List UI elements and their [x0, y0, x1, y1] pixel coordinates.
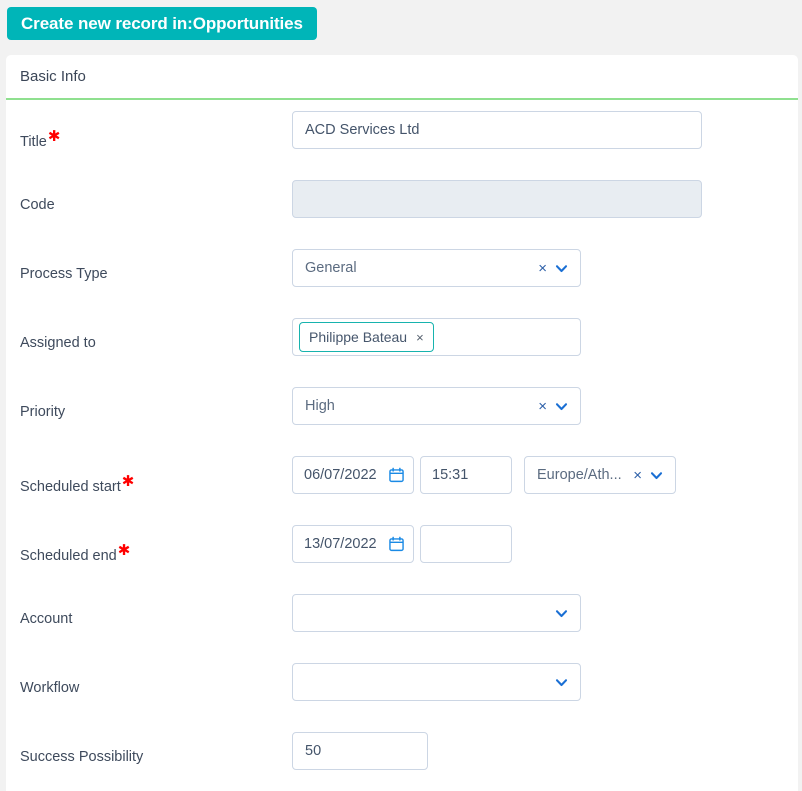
chip-remove-icon[interactable]: × [416, 331, 424, 344]
account-select[interactable] [292, 594, 581, 632]
scheduled-start-time-field[interactable]: 15:31 [420, 456, 512, 494]
clear-icon[interactable]: × [633, 468, 642, 483]
form-row-account: Account [6, 594, 798, 663]
controls-priority: High × [292, 387, 581, 425]
code-input [292, 180, 702, 218]
basic-info-panel: Basic Info Title✱ Code Process Type Gene… [6, 55, 798, 791]
process-type-select[interactable]: General × [292, 249, 581, 287]
scheduled-start-date-value: 06/07/2022 [304, 467, 377, 483]
controls-success-possibility [292, 732, 428, 770]
form-row-assigned-to: Assigned to Philippe Bateau × [6, 318, 798, 387]
label-priority: Priority [20, 404, 66, 420]
success-possibility-input[interactable] [292, 732, 428, 770]
priority-value: High [305, 398, 335, 414]
form-row-code: Code [6, 180, 798, 249]
controls-code [292, 180, 702, 218]
label-success-possibility: Success Possibility [20, 749, 144, 765]
form-row-workflow: Workflow [6, 663, 798, 732]
scheduled-end-date-field[interactable]: 13/07/2022 [292, 525, 414, 563]
scheduled-end-time-field[interactable] [420, 525, 512, 563]
basic-info-form: Title✱ Code Process Type General × [6, 100, 798, 791]
form-row-priority: Priority High × [6, 387, 798, 456]
label-account: Account [20, 611, 73, 627]
chevron-down-icon[interactable] [555, 607, 568, 620]
clear-icon[interactable]: × [538, 261, 547, 276]
controls-assigned-to: Philippe Bateau × [292, 318, 581, 356]
required-star-icon: ✱ [117, 542, 131, 559]
label-scheduled-end: Scheduled end✱ [20, 542, 130, 564]
assigned-to-multiselect[interactable]: Philippe Bateau × [292, 318, 581, 356]
assigned-to-chip[interactable]: Philippe Bateau × [299, 322, 434, 352]
form-row-scheduled-end: Scheduled end✱ 13/07/2022 [6, 525, 798, 594]
calendar-icon[interactable] [389, 467, 404, 483]
label-scheduled-start-text: Scheduled start [20, 478, 121, 495]
form-row-scheduled-start: Scheduled start✱ 06/07/2022 15:31 Europe… [6, 456, 798, 525]
assigned-to-chip-label: Philippe Bateau [309, 329, 408, 345]
required-star-icon: ✱ [47, 128, 61, 145]
process-type-value: General [305, 260, 357, 276]
required-star-icon: ✱ [121, 473, 135, 490]
scheduled-start-timezone-value: Europe/Ath... [537, 467, 622, 483]
chevron-down-icon[interactable] [555, 676, 568, 689]
panel-header: Basic Info [6, 55, 798, 100]
scheduled-start-date-field[interactable]: 06/07/2022 [292, 456, 414, 494]
form-row-success-possibility: Success Possibility [6, 732, 798, 791]
form-row-title: Title✱ [6, 111, 798, 180]
chevron-down-icon[interactable] [650, 469, 663, 482]
clear-icon[interactable]: × [538, 399, 547, 414]
page-header: Create new record in:Opportunities [0, 0, 802, 55]
label-assigned-to: Assigned to [20, 335, 96, 351]
controls-scheduled-start: 06/07/2022 15:31 Europe/Ath... × [292, 456, 676, 494]
chevron-down-icon[interactable] [555, 400, 568, 413]
controls-title [292, 111, 702, 149]
label-scheduled-start: Scheduled start✱ [20, 473, 134, 495]
label-process-type: Process Type [20, 266, 108, 282]
priority-select[interactable]: High × [292, 387, 581, 425]
record-title-badge: Create new record in:Opportunities [7, 7, 317, 40]
section-title: Basic Info [20, 68, 86, 85]
label-scheduled-end-text: Scheduled end [20, 547, 117, 564]
title-input[interactable] [292, 111, 702, 149]
scheduled-end-date-value: 13/07/2022 [304, 536, 377, 552]
controls-workflow [292, 663, 581, 701]
chevron-down-icon[interactable] [555, 262, 568, 275]
scheduled-start-time-value: 15:31 [432, 467, 469, 483]
label-code: Code [20, 197, 55, 213]
calendar-icon[interactable] [389, 536, 404, 552]
form-row-process-type: Process Type General × [6, 249, 798, 318]
workflow-select[interactable] [292, 663, 581, 701]
controls-scheduled-end: 13/07/2022 [292, 525, 512, 563]
label-title: Title✱ [20, 128, 60, 150]
label-workflow: Workflow [20, 680, 80, 696]
label-title-text: Title [20, 133, 47, 150]
controls-account [292, 594, 581, 632]
scheduled-start-timezone-select[interactable]: Europe/Ath... × [524, 456, 676, 494]
controls-process-type: General × [292, 249, 581, 287]
